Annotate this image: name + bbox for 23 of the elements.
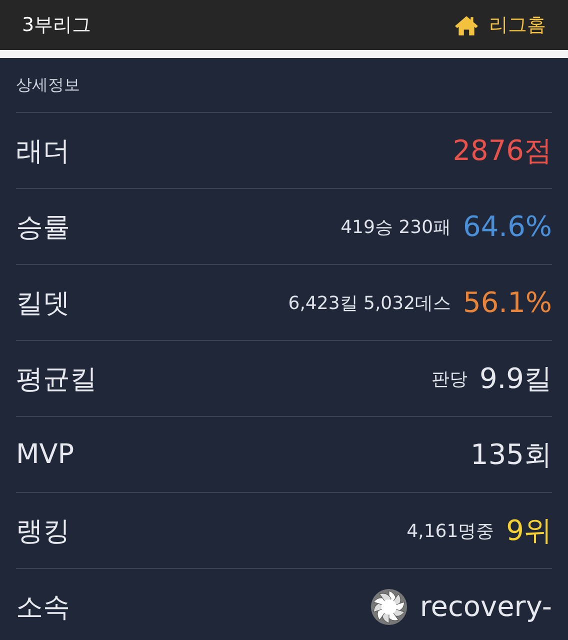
stat-value: 56.1% <box>463 286 552 319</box>
stat-detail: 6,423킬 5,032데스 <box>288 292 452 314</box>
league-home-link[interactable]: 리그홈 <box>454 12 546 38</box>
stat-value: 64.6% <box>463 210 552 243</box>
league-title: 3부리그 <box>22 13 92 38</box>
stat-value: 9위 <box>506 512 552 548</box>
stat-value: 135회 <box>470 436 552 472</box>
stat-value: recovery- <box>420 590 552 623</box>
stat-label: 킬뎃 <box>16 286 70 320</box>
stat-detail: 판당 <box>431 368 468 390</box>
stat-label: 래더 <box>16 134 70 168</box>
stat-label: 승률 <box>16 210 70 244</box>
stat-value: 9.9킬 <box>479 360 552 396</box>
sun-emblem-icon <box>370 588 408 626</box>
section-title: 상세정보 <box>16 74 80 96</box>
stat-label: MVP <box>16 439 74 470</box>
home-icon <box>454 14 479 36</box>
stat-value: 2876점 <box>452 132 552 168</box>
stat-detail: 419승 230패 <box>340 216 452 238</box>
stat-label: 랭킹 <box>16 514 70 548</box>
stat-label: 소속 <box>16 590 70 624</box>
stat-detail: 4,161명중 <box>406 520 494 542</box>
stat-label: 평균킬 <box>16 362 97 396</box>
